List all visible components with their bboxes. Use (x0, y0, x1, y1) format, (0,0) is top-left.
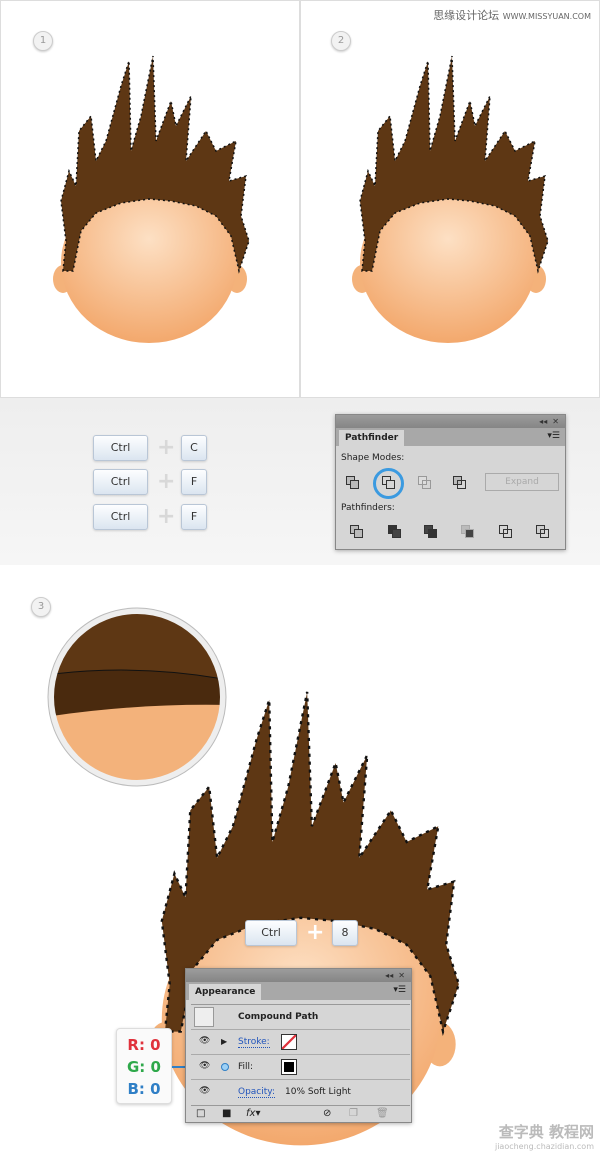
duplicate-item-icon[interactable]: ❐ (349, 1108, 358, 1119)
plus-icon: + (157, 504, 176, 529)
fill-link[interactable]: Fill: (238, 1062, 253, 1072)
watermark-cn: 思缘设计论坛 (433, 9, 500, 22)
merge-button[interactable] (424, 525, 438, 539)
eye-icon[interactable]: 👁 (199, 1086, 210, 1096)
key-ctrl: Ctrl (93, 469, 148, 495)
unite-button[interactable] (346, 476, 360, 490)
key-f: F (181, 469, 207, 495)
stroke-row[interactable]: 👁 ▶ Stroke: (191, 1030, 410, 1055)
outline-button[interactable] (499, 525, 513, 539)
add-stroke-icon[interactable]: □ (196, 1108, 205, 1119)
rgb-callout: R: 0 G: 0 B: 0 (116, 1028, 172, 1104)
key-c: C (181, 435, 207, 461)
delete-icon[interactable]: 🗑 (376, 1108, 389, 1119)
opacity-link[interactable]: Opacity: (238, 1087, 275, 1098)
pathfinder-panel: ◂◂ ✕ Pathfinder ▾☰ Shape Modes: Expand Pa… (335, 414, 566, 550)
plus-icon: + (157, 469, 176, 494)
crop-button[interactable] (461, 525, 475, 539)
fx-icon[interactable]: fx▾ (246, 1108, 260, 1119)
opacity-value: 10% Soft Light (285, 1087, 351, 1097)
compound-path-row[interactable]: Compound Path (191, 1005, 410, 1030)
add-fill-icon[interactable]: ■ (222, 1108, 231, 1119)
key-ctrl: Ctrl (245, 920, 297, 946)
watermark-top: 思缘设计论坛 WWW.MISSYUAN.COM (433, 7, 591, 23)
rgb-g: G: 0 (127, 1058, 161, 1076)
expand-triangle-icon[interactable]: ▶ (221, 1037, 227, 1046)
expand-button[interactable]: Expand (485, 473, 559, 491)
minus-back-button[interactable] (536, 525, 550, 539)
step-3-panel: 3 Ctrl + 8 R: 0 G: 0 B: 0 ◂◂ ✕ Appearanc… (0, 565, 600, 1155)
object-title: Compound Path (238, 1012, 319, 1022)
panel-footer: □ ■ fx▾ ⊘ ❐ 🗑 (186, 1108, 411, 1123)
key-8: 8 (332, 920, 358, 946)
key-f: F (181, 504, 207, 530)
watermark-url: WWW.MISSYUAN.COM (502, 12, 591, 21)
panel-titlebar[interactable]: ◂◂ ✕ (336, 415, 565, 428)
tab-pathfinder[interactable]: Pathfinder (339, 430, 405, 446)
panel-menu-icon[interactable]: ▾☰ (547, 431, 560, 441)
eye-icon[interactable]: 👁 (199, 1036, 210, 1046)
character-illustration (52, 55, 250, 344)
fill-black-swatch[interactable] (281, 1059, 297, 1075)
fill-row[interactable]: 👁 Fill: (191, 1055, 410, 1080)
key-ctrl: Ctrl (93, 435, 148, 461)
stroke-none-swatch[interactable] (281, 1034, 297, 1050)
rgb-r: R: 0 (127, 1036, 161, 1054)
character-illustration (351, 55, 549, 344)
object-thumbnail (194, 1007, 214, 1027)
panel-titlebar[interactable]: ◂◂ ✕ (186, 969, 411, 982)
panel-menu-icon[interactable]: ▾☰ (393, 985, 406, 995)
watermark-bottom: 查字典 教程网 jiaocheng.chazidian.com (495, 1121, 594, 1151)
appearance-panel: ◂◂ ✕ Appearance ▾☰ Compound Path 👁 ▶ Stroke… (185, 968, 412, 1123)
watermark-cn: 查字典 教程网 (498, 1123, 594, 1141)
eye-icon[interactable]: 👁 (199, 1061, 210, 1071)
plus-icon: + (306, 920, 325, 945)
rgb-b: B: 0 (127, 1080, 161, 1098)
opacity-row[interactable]: 👁 Opacity: 10% Soft Light (191, 1080, 410, 1105)
tab-appearance[interactable]: Appearance (189, 984, 262, 1000)
stroke-link[interactable]: Stroke: (238, 1037, 270, 1048)
key-ctrl: Ctrl (93, 504, 148, 530)
pathfinders-label: Pathfinders: (341, 503, 395, 513)
shape-modes-label: Shape Modes: (341, 453, 405, 463)
minus-front-button[interactable] (382, 476, 396, 490)
magnifier-detail (47, 607, 227, 787)
intersect-button[interactable] (418, 476, 432, 490)
step-2-panel: 2 思缘设计论坛 WWW.MISSYUAN.COM (300, 0, 600, 398)
exclude-button[interactable] (453, 476, 467, 490)
watermark-url: jiaocheng.chazidian.com (494, 1142, 594, 1151)
clear-appearance-icon[interactable]: ⊘ (323, 1108, 331, 1119)
divide-button[interactable] (350, 525, 364, 539)
step-1-panel: 1 (0, 0, 300, 398)
shortcut-strip: Ctrl + C Ctrl + F Ctrl + F ◂◂ ✕ Pathfind… (0, 398, 600, 565)
trim-button[interactable] (388, 525, 402, 539)
plus-icon: + (157, 435, 176, 460)
connector-dot (221, 1063, 229, 1071)
